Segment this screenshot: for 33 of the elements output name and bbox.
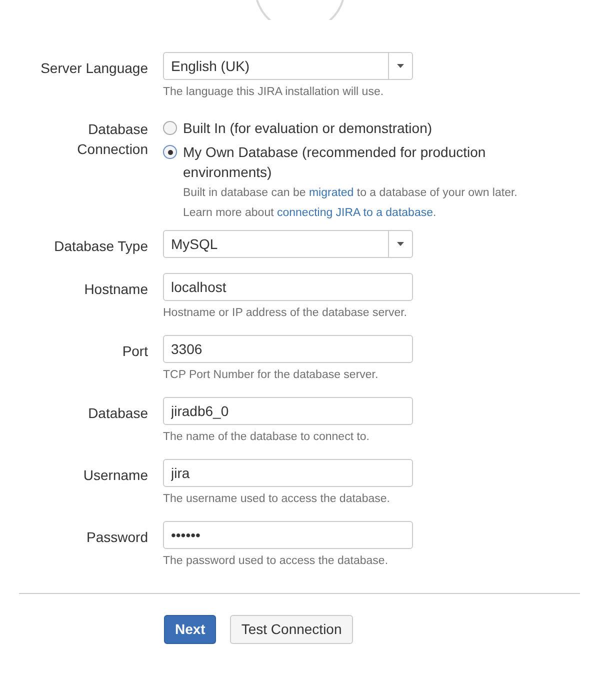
help-text: Built in database can be migrated to a database of your own later. bbox=[183, 186, 518, 201]
help-text: The name of the database to connect to. bbox=[163, 430, 371, 445]
field-label: Database bbox=[88, 405, 148, 421]
field-label: Hostname bbox=[84, 281, 148, 297]
field-label: Server Language bbox=[40, 60, 148, 76]
help-text: The username used to access the database. bbox=[163, 492, 391, 507]
text-field[interactable]: localhost bbox=[163, 273, 413, 301]
field-label: Database Connection bbox=[76, 120, 148, 159]
caret-icon bbox=[397, 64, 404, 68]
help-link[interactable]: migrated bbox=[308, 187, 354, 199]
help-text: Learn more about connecting JIRA to a database. bbox=[183, 206, 438, 221]
next-button[interactable]: Next bbox=[164, 615, 216, 644]
radio-label: Built In (for evaluation or demonstration) bbox=[183, 119, 432, 138]
text-field[interactable]: jiradb6_0 bbox=[163, 397, 413, 425]
field-label: Database Type bbox=[54, 238, 148, 254]
text-field[interactable]: jira bbox=[163, 459, 413, 487]
text-field[interactable]: •••••• bbox=[163, 521, 413, 549]
help-text: The language this JIRA installation will use. bbox=[163, 85, 385, 100]
help-text: Hostname or IP address of the database server. bbox=[163, 306, 408, 321]
help-text: The password used to access the database. bbox=[163, 554, 390, 569]
field-label: Username bbox=[83, 467, 148, 483]
caret-icon bbox=[397, 242, 404, 246]
help-link[interactable]: connecting JIRA to a database bbox=[276, 207, 433, 219]
field-label: Port bbox=[122, 343, 148, 359]
radio-button[interactable] bbox=[163, 145, 177, 159]
radio-button[interactable] bbox=[163, 121, 177, 135]
text-field[interactable]: 3306 bbox=[163, 335, 413, 363]
select-field[interactable]: MySQL bbox=[163, 230, 413, 258]
help-text: TCP Port Number for the database server. bbox=[163, 368, 380, 383]
test-connection-button[interactable]: Test Connection bbox=[230, 615, 353, 644]
select-field[interactable]: English (UK) bbox=[163, 52, 413, 80]
radio-label: My Own Database (recommended for production environments) bbox=[183, 143, 487, 182]
field-label: Password bbox=[86, 529, 148, 545]
